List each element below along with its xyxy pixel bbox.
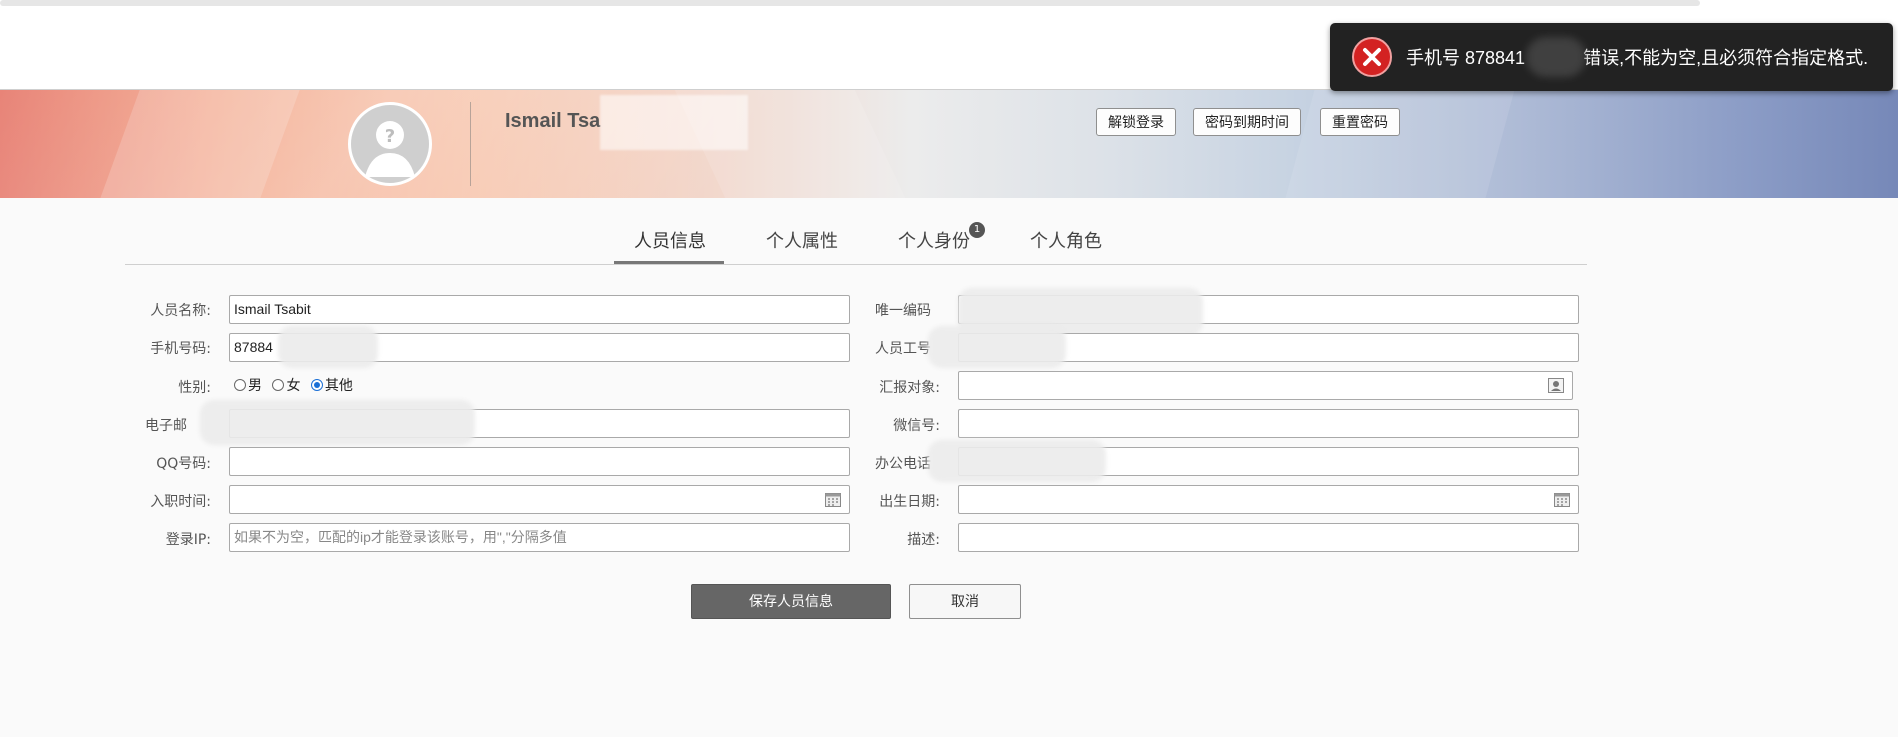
profile-banner: ? Ismail Tsa 解锁登录 密码到期时间 重置密码 xyxy=(0,90,1898,198)
unlock-login-button[interactable]: 解锁登录 xyxy=(1096,108,1176,136)
report-to-input[interactable] xyxy=(958,371,1573,400)
tab-personal-attributes[interactable]: 个人属性 xyxy=(766,227,838,253)
hire-date-label: 入职时间: xyxy=(150,494,211,510)
redacted-staff-number xyxy=(928,326,1066,368)
toast-message-prefix: 手机号 878841 xyxy=(1406,48,1526,68)
gender-option-female[interactable]: 女 xyxy=(272,378,300,394)
tab-personal-roles[interactable]: 个人角色 xyxy=(1030,227,1102,253)
report-to-label: 汇报对象: xyxy=(879,380,940,396)
radio-other-label: 其他 xyxy=(324,378,353,394)
active-tab-indicator xyxy=(614,261,724,264)
avatar[interactable]: ? xyxy=(348,102,432,186)
name-label: 人员名称: xyxy=(150,303,211,319)
password-expiry-button[interactable]: 密码到期时间 xyxy=(1193,108,1301,136)
calendar-icon[interactable] xyxy=(825,492,841,507)
birth-date-label: 出生日期: xyxy=(879,494,940,510)
browser-scrollbar[interactable] xyxy=(0,0,1700,6)
name-input[interactable]: Ismail Tsabit xyxy=(229,295,850,324)
radio-female[interactable] xyxy=(272,379,285,391)
banner-divider xyxy=(470,102,471,186)
identity-count-badge: 1 xyxy=(969,222,985,238)
user-name: Ismail Tsa xyxy=(505,110,601,132)
birth-date-input[interactable] xyxy=(958,485,1579,514)
phone-label: 手机号码: xyxy=(150,341,211,357)
redacted-phone xyxy=(1526,37,1586,77)
save-person-button[interactable]: 保存人员信息 xyxy=(691,584,891,619)
svg-text:?: ? xyxy=(385,126,395,147)
close-error-icon xyxy=(1352,37,1392,77)
gender-radio-group: 男 女 其他 xyxy=(234,375,359,395)
tab-personal-identity[interactable]: 个人身份 xyxy=(898,227,970,253)
toast-message: 手机号 878841 错误,不能为空,且必须符合指定格式. xyxy=(1406,44,1868,70)
cancel-button[interactable]: 取消 xyxy=(909,584,1021,619)
wechat-input[interactable] xyxy=(958,409,1579,438)
radio-female-label: 女 xyxy=(286,378,301,394)
wechat-label: 微信号: xyxy=(893,418,940,434)
redacted-phone xyxy=(278,326,378,368)
redacted-email xyxy=(200,400,475,445)
qq-label: QQ号码: xyxy=(156,456,211,472)
description-label: 描述: xyxy=(907,532,940,548)
calendar-icon[interactable] xyxy=(1554,492,1570,507)
radio-male[interactable] xyxy=(234,379,246,391)
login-ip-label: 登录IP: xyxy=(165,532,211,548)
qq-input[interactable] xyxy=(229,447,850,476)
login-ip-input[interactable]: 如果不为空，匹配的ip才能登录该账号，用","分隔多值 xyxy=(229,523,850,552)
gender-option-male[interactable]: 男 xyxy=(234,378,262,394)
redacted-name xyxy=(600,95,748,150)
description-input[interactable] xyxy=(958,523,1579,552)
tab-person-info[interactable]: 人员信息 xyxy=(634,227,706,253)
redacted-office-phone xyxy=(928,440,1106,482)
tab-bar: 人员信息 个人属性 个人身份 1 个人角色 xyxy=(125,217,1587,265)
unique-code-label: 唯一编码 xyxy=(875,303,931,319)
reset-password-button[interactable]: 重置密码 xyxy=(1320,108,1400,136)
gender-label: 性别: xyxy=(178,380,211,396)
default-avatar-icon: ? xyxy=(365,121,415,177)
gender-option-other[interactable]: 其他 xyxy=(310,378,353,394)
toast-message-suffix: 错误,不能为空,且必须符合指定格式. xyxy=(1583,48,1869,68)
error-toast[interactable]: 手机号 878841 错误,不能为空,且必须符合指定格式. xyxy=(1330,23,1893,91)
hire-date-input[interactable] xyxy=(229,485,850,514)
browser-strip xyxy=(0,0,1898,10)
radio-male-label: 男 xyxy=(248,378,262,394)
radio-other[interactable] xyxy=(310,379,323,391)
person-picker-icon[interactable] xyxy=(1548,378,1564,393)
